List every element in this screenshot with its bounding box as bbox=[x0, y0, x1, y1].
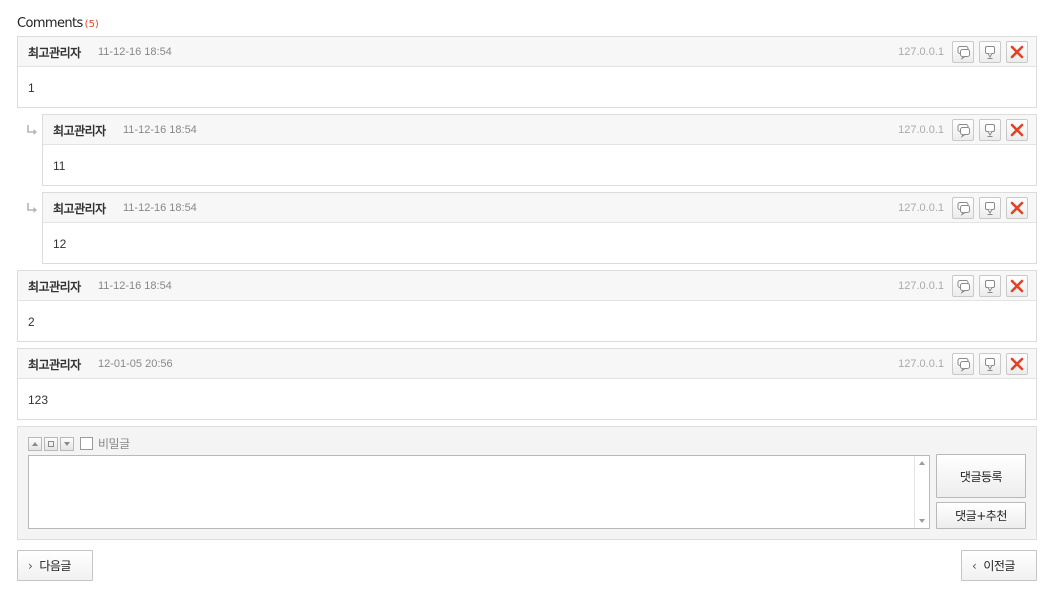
comment-header: 최고관리자 11-12-16 18:54 127.0.0.1 bbox=[18, 271, 1036, 301]
delete-button[interactable] bbox=[1006, 197, 1028, 219]
comment-form: 비밀글 댓글등록 댓글+추천 bbox=[17, 426, 1037, 540]
comment-author[interactable]: 최고관리자 bbox=[53, 200, 106, 217]
comment-date: 11-12-16 18:54 bbox=[123, 124, 197, 136]
submit-recommend-button[interactable]: 댓글+추천 bbox=[936, 502, 1026, 529]
reply-arrow-icon bbox=[27, 203, 37, 213]
prev-post-label: 이전글 bbox=[983, 559, 1015, 573]
delete-button[interactable] bbox=[1006, 275, 1028, 297]
reply-icon bbox=[957, 358, 970, 372]
delete-icon bbox=[1010, 357, 1024, 371]
comment-author[interactable]: 최고관리자 bbox=[28, 278, 81, 295]
comment-author[interactable]: 최고관리자 bbox=[53, 122, 106, 139]
comment-date: 11-12-16 18:54 bbox=[123, 202, 197, 214]
reply-icon bbox=[957, 280, 970, 294]
scroll-down-icon[interactable] bbox=[919, 519, 925, 523]
reset-textarea-button[interactable] bbox=[44, 436, 58, 451]
comment-ip: 127.0.0.1 bbox=[898, 46, 944, 58]
comment-header: 최고관리자 11-12-16 18:54 127.0.0.1 bbox=[18, 37, 1036, 67]
reply-button[interactable] bbox=[952, 353, 974, 375]
comment-date: 11-12-16 18:54 bbox=[98, 46, 172, 58]
delete-icon bbox=[1010, 123, 1024, 137]
comment-actions bbox=[952, 41, 1028, 63]
chevron-right-icon: › bbox=[28, 558, 33, 573]
comment-date: 11-12-16 18:54 bbox=[98, 280, 172, 292]
recommend-icon bbox=[985, 202, 995, 215]
delete-button[interactable] bbox=[1006, 41, 1028, 63]
comment-body: 123 bbox=[28, 393, 49, 407]
comment-header: 최고관리자 11-12-16 18:54 127.0.0.1 bbox=[43, 115, 1036, 145]
comment-actions bbox=[952, 119, 1028, 141]
textarea-scrollbar[interactable] bbox=[914, 456, 929, 528]
comment-reply-item: 최고관리자 11-12-16 18:54 127.0.0.1 12 bbox=[42, 192, 1037, 264]
reply-button[interactable] bbox=[952, 41, 974, 63]
recommend-icon bbox=[985, 124, 995, 137]
recommend-button[interactable] bbox=[979, 197, 1001, 219]
recommend-icon bbox=[985, 358, 995, 371]
next-post-label: 다음글 bbox=[39, 559, 71, 573]
reply-button[interactable] bbox=[952, 197, 974, 219]
chevron-left-icon: ‹ bbox=[972, 558, 977, 573]
textarea-size-tools: 비밀글 bbox=[28, 435, 130, 452]
comment-actions bbox=[952, 353, 1028, 375]
shrink-textarea-button[interactable] bbox=[28, 436, 42, 451]
comment-textarea[interactable] bbox=[28, 455, 930, 529]
comment-actions bbox=[952, 275, 1028, 297]
comment-header: 최고관리자 11-12-16 18:54 127.0.0.1 bbox=[43, 193, 1036, 223]
recommend-button[interactable] bbox=[979, 41, 1001, 63]
comment-date: 12-01-05 20:56 bbox=[98, 358, 173, 370]
reply-icon bbox=[957, 124, 970, 138]
reply-button[interactable] bbox=[952, 119, 974, 141]
secret-label: 비밀글 bbox=[98, 437, 130, 451]
comment-ip: 127.0.0.1 bbox=[898, 124, 944, 136]
reply-icon bbox=[957, 46, 970, 60]
recommend-button[interactable] bbox=[979, 275, 1001, 297]
reply-arrow-icon bbox=[27, 125, 37, 135]
delete-icon bbox=[1010, 45, 1024, 59]
comment-body: 11 bbox=[53, 159, 66, 173]
arrow-down-icon bbox=[64, 441, 70, 446]
comment-ip: 127.0.0.1 bbox=[898, 280, 944, 292]
secret-checkbox[interactable] bbox=[80, 437, 93, 450]
arrow-up-icon bbox=[32, 441, 38, 446]
comment-reply-item: 최고관리자 11-12-16 18:54 127.0.0.1 11 bbox=[42, 114, 1037, 186]
delete-button[interactable] bbox=[1006, 119, 1028, 141]
delete-icon bbox=[1010, 201, 1024, 215]
comment-item: 최고관리자 11-12-16 18:54 127.0.0.1 2 bbox=[17, 270, 1037, 342]
comment-item: 최고관리자 11-12-16 18:54 127.0.0.1 1 bbox=[17, 36, 1037, 108]
next-post-button[interactable]: › 다음글 bbox=[17, 550, 93, 581]
comment-header: 최고관리자 12-01-05 20:56 127.0.0.1 bbox=[18, 349, 1036, 379]
comment-body: 1 bbox=[28, 81, 35, 95]
comment-author[interactable]: 최고관리자 bbox=[28, 356, 81, 373]
comment-item: 최고관리자 12-01-05 20:56 127.0.0.1 123 bbox=[17, 348, 1037, 420]
comments-title-text: Comments bbox=[17, 16, 83, 31]
expand-textarea-button[interactable] bbox=[60, 436, 74, 451]
comment-author[interactable]: 최고관리자 bbox=[28, 44, 81, 61]
recommend-button[interactable] bbox=[979, 353, 1001, 375]
recommend-icon bbox=[985, 46, 995, 59]
comment-body: 2 bbox=[28, 315, 35, 329]
submit-comment-button[interactable]: 댓글등록 bbox=[936, 454, 1026, 498]
comment-ip: 127.0.0.1 bbox=[898, 202, 944, 214]
comment-actions bbox=[952, 197, 1028, 219]
comment-body: 12 bbox=[53, 237, 67, 251]
comments-title: Comments (5) bbox=[17, 16, 99, 31]
comments-count: (5) bbox=[84, 19, 99, 30]
reply-icon bbox=[957, 202, 970, 216]
reply-button[interactable] bbox=[952, 275, 974, 297]
square-icon bbox=[48, 440, 54, 447]
prev-post-button[interactable]: ‹ 이전글 bbox=[961, 550, 1037, 581]
delete-icon bbox=[1010, 279, 1024, 293]
scroll-up-icon[interactable] bbox=[919, 461, 925, 465]
delete-button[interactable] bbox=[1006, 353, 1028, 375]
recommend-icon bbox=[985, 280, 995, 293]
recommend-button[interactable] bbox=[979, 119, 1001, 141]
comment-ip: 127.0.0.1 bbox=[898, 358, 944, 370]
